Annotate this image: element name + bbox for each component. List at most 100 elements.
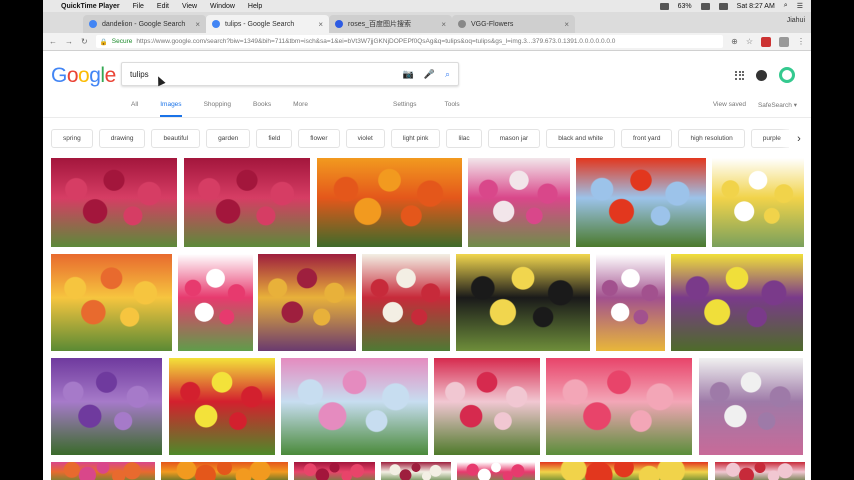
image-result-thumbnail[interactable] [161, 462, 288, 480]
image-result-thumbnail[interactable] [381, 462, 451, 480]
tab-shopping[interactable]: Shopping [204, 101, 231, 117]
chip-lilac[interactable]: lilac [446, 129, 482, 148]
browser-tab-active[interactable]: tulips - Google Search × [206, 15, 329, 33]
image-result-thumbnail[interactable] [540, 462, 708, 480]
image-result-thumbnail[interactable] [281, 358, 428, 455]
chip-black-and-white[interactable]: black and white [546, 129, 615, 148]
close-tab-icon[interactable]: × [195, 20, 200, 29]
battery-icon[interactable] [700, 2, 710, 10]
input-method-icon[interactable] [718, 2, 728, 10]
menu-icon[interactable]: ⋮ [797, 37, 805, 46]
logo-letter: g [89, 64, 101, 87]
chip-violet[interactable]: violet [345, 129, 385, 148]
menu-edit[interactable]: Edit [157, 3, 169, 10]
image-result-thumbnail[interactable] [294, 462, 375, 480]
image-result-thumbnail[interactable] [362, 254, 450, 351]
screen: QuickTime Player File Edit View Window H… [43, 0, 811, 480]
url-field[interactable]: 🔒 Secure https://www.google.com/search?b… [95, 35, 724, 48]
menu-window[interactable]: Window [210, 3, 235, 10]
image-result-thumbnail[interactable] [671, 254, 803, 351]
tab-images[interactable]: Images [160, 101, 182, 117]
browser-tab[interactable]: VGG-Flowers × [452, 15, 575, 33]
google-favicon-icon [89, 20, 97, 28]
search-icon[interactable]: ⌕ [445, 69, 450, 80]
menu-view[interactable]: View [182, 3, 197, 10]
list-icon[interactable]: ☰ [797, 2, 803, 10]
tools-link[interactable]: Tools [445, 101, 460, 108]
image-result-thumbnail[interactable] [258, 254, 356, 351]
chip-garden[interactable]: garden [206, 129, 251, 148]
menubar-clock[interactable]: Sat 8:27 AM [737, 3, 775, 10]
chip-beautiful[interactable]: beautiful [151, 129, 201, 148]
google-logo[interactable]: Google [51, 64, 116, 88]
chip-spring[interactable]: spring [51, 129, 93, 148]
image-result-thumbnail[interactable] [434, 358, 540, 455]
safesearch-toggle[interactable]: SafeSearch ▾ [758, 101, 797, 109]
menu-file[interactable]: File [133, 3, 144, 10]
forward-icon[interactable]: → [65, 37, 73, 46]
reload-icon[interactable]: ↻ [81, 37, 88, 46]
search-input[interactable] [130, 69, 393, 79]
chip-flower[interactable]: flower [298, 129, 340, 148]
image-result-thumbnail[interactable] [169, 358, 275, 455]
chevron-right-icon[interactable]: › [789, 128, 809, 149]
image-result-thumbnail[interactable] [576, 158, 706, 247]
chip-field[interactable]: field [256, 129, 293, 148]
image-result-thumbnail[interactable] [457, 462, 535, 480]
logo-letter: e [104, 64, 117, 87]
image-result-thumbnail[interactable] [456, 254, 590, 351]
image-result-thumbnail[interactable] [699, 358, 803, 455]
profile-name[interactable]: Jiahui [787, 17, 805, 24]
logo-letter: o [78, 64, 90, 87]
image-result-thumbnail[interactable] [178, 254, 253, 351]
close-tab-icon[interactable]: × [564, 20, 569, 29]
wifi-icon[interactable] [659, 2, 669, 10]
chip-front-yard[interactable]: front yard [621, 129, 673, 148]
chip-purple[interactable]: purple [750, 129, 793, 148]
image-result-thumbnail[interactable] [51, 254, 172, 351]
browser-tab[interactable]: dandelion - Google Search × [83, 15, 206, 33]
image-result-thumbnail[interactable] [546, 358, 692, 455]
browser-tab[interactable]: roses_百度图片搜索 × [329, 15, 452, 33]
battery-percent: 63% [677, 2, 692, 10]
close-tab-icon[interactable]: × [441, 20, 446, 29]
image-result-thumbnail[interactable] [468, 158, 570, 247]
image-result-thumbnail[interactable] [51, 358, 162, 455]
chip-light-pink[interactable]: light pink [390, 129, 441, 148]
bookmark-star-icon[interactable]: ☆ [746, 37, 753, 46]
search-nav-right: View saved SafeSearch ▾ [713, 101, 797, 109]
tab-more[interactable]: More [293, 101, 308, 117]
image-result-thumbnail[interactable] [184, 158, 310, 247]
image-result-thumbnail[interactable] [715, 462, 805, 480]
chip-high-resolution[interactable]: high resolution [678, 129, 745, 148]
settings-link[interactable]: Settings [393, 101, 417, 108]
add-icon[interactable]: ⊕ [731, 37, 738, 46]
mac-menu-bar: QuickTime Player File Edit View Window H… [43, 0, 811, 12]
close-tab-icon[interactable]: × [318, 20, 323, 29]
extension-icon[interactable] [761, 36, 771, 47]
apps-grid-icon[interactable] [735, 70, 744, 80]
image-result-thumbnail[interactable] [712, 158, 804, 247]
microphone-icon[interactable]: 🎤 [424, 69, 435, 80]
image-result-thumbnail[interactable] [596, 254, 665, 351]
notifications-icon[interactable] [756, 69, 767, 81]
image-result-thumbnail[interactable] [317, 158, 462, 247]
tab-books[interactable]: Books [253, 101, 271, 117]
menu-help[interactable]: Help [248, 3, 262, 10]
tab-title: VGG-Flowers [471, 20, 514, 28]
divider [43, 117, 811, 118]
image-result-thumbnail[interactable] [51, 462, 155, 480]
chip-drawing[interactable]: drawing [98, 129, 146, 148]
back-icon[interactable]: ← [49, 37, 57, 46]
view-saved-link[interactable]: View saved [713, 101, 746, 109]
tab-all[interactable]: All [131, 101, 138, 117]
image-result-thumbnail[interactable] [51, 158, 177, 247]
search-nav-tabs: All Images Shopping Books More [131, 101, 330, 117]
camera-icon[interactable]: 📷 [403, 69, 414, 80]
search-icon[interactable]: ⌕ [784, 2, 788, 10]
related-search-chips: spring drawing beautiful garden field flower v… [51, 129, 801, 149]
chip-mason-jar[interactable]: mason jar [487, 129, 541, 148]
menu-app-name[interactable]: QuickTime Player [61, 3, 120, 10]
account-avatar[interactable] [779, 67, 795, 83]
extension-icon[interactable] [779, 36, 789, 47]
